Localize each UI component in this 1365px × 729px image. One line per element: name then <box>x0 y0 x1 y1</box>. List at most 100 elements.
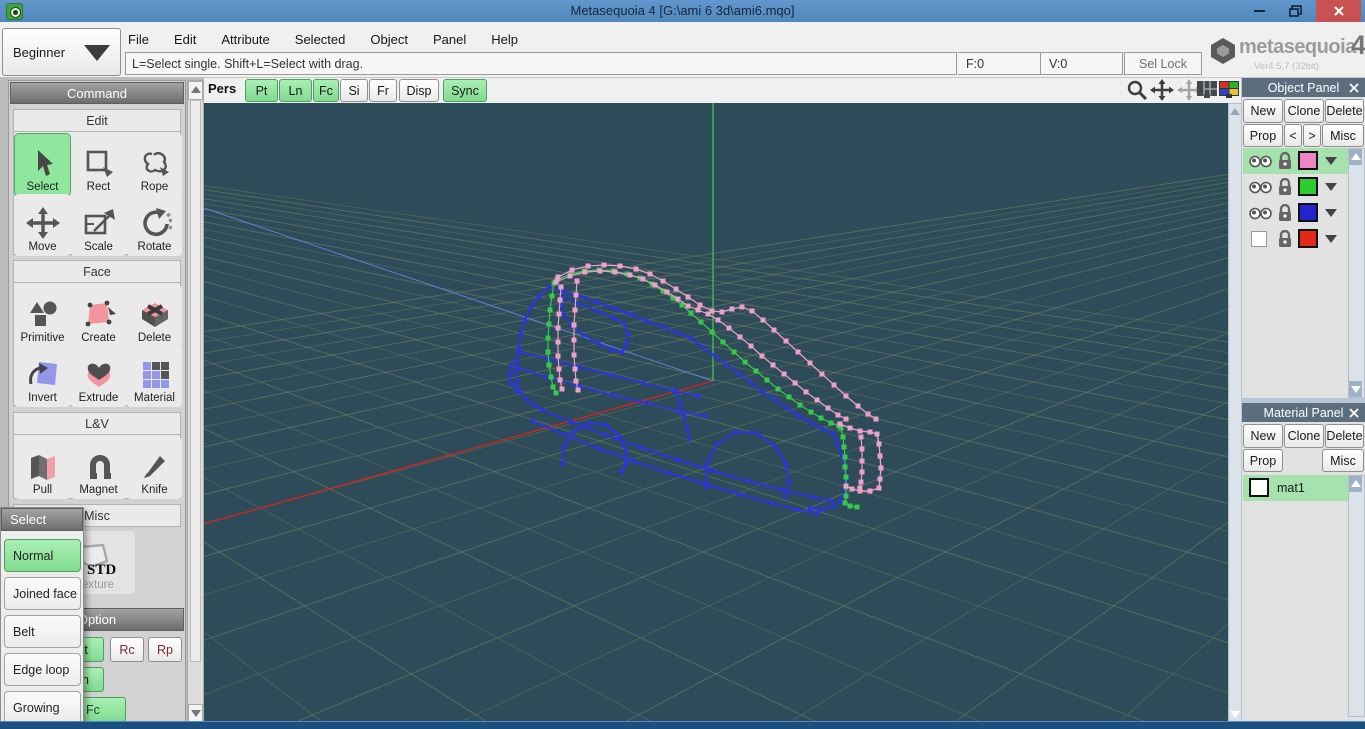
knife-button[interactable]: Knife <box>127 437 182 499</box>
material-name: mat1 <box>1277 481 1305 495</box>
select-mode-normal[interactable]: Normal <box>4 539 81 572</box>
object-panel-close-icon[interactable] <box>1349 83 1359 93</box>
sel-lock-button[interactable]: Sel Lock <box>1124 52 1202 75</box>
object-color-swatch[interactable] <box>1298 151 1318 170</box>
object-row-4[interactable] <box>1243 226 1348 252</box>
object-color-swatch[interactable] <box>1298 229 1318 248</box>
object-list-scrollbar[interactable] <box>1348 148 1365 398</box>
primitive-button[interactable]: Primitive <box>15 285 70 347</box>
rope-select-icon <box>143 151 169 176</box>
lock-icon[interactable] <box>1277 204 1293 221</box>
object-prev-button[interactable]: < <box>1284 124 1302 147</box>
visibility-eyes-icon[interactable] <box>1249 154 1273 169</box>
menu-file[interactable]: File <box>128 32 149 47</box>
primitive-icon <box>29 301 56 326</box>
material-clone-button[interactable]: Clone <box>1284 424 1324 448</box>
object-row-2[interactable] <box>1243 174 1348 200</box>
object-expand-icon[interactable] <box>1325 209 1337 217</box>
extrude-icon <box>87 363 110 387</box>
object-expand-icon[interactable] <box>1325 157 1337 165</box>
material-prop-button[interactable]: Prop <box>1243 449 1283 472</box>
object-expand-icon[interactable] <box>1325 235 1337 243</box>
restore-button[interactable] <box>1282 0 1308 22</box>
material-row-1[interactable]: mat1 <box>1243 475 1348 501</box>
material-misc-button[interactable]: Misc <box>1322 449 1364 472</box>
material-button[interactable]: Material <box>127 345 182 407</box>
object-next-button[interactable]: > <box>1303 124 1321 147</box>
menu-attribute[interactable]: Attribute <box>221 32 269 47</box>
lock-icon[interactable] <box>1277 230 1293 247</box>
pan-icon[interactable] <box>1150 79 1174 101</box>
viewport-layout-icon[interactable] <box>1197 81 1217 98</box>
option-rc-button[interactable]: Rc <box>110 637 144 662</box>
menu-object[interactable]: Object <box>370 32 408 47</box>
titlebar: Metasequoia 4 [G:\ami 6 3d\ami6.mqo] <box>0 0 1365 22</box>
move-button[interactable]: Move <box>15 194 70 256</box>
toggle-sync[interactable]: Sync <box>443 79 487 102</box>
toggle-lines[interactable]: Ln <box>279 79 312 102</box>
toggle-points[interactable]: Pt <box>245 79 278 102</box>
lock-icon[interactable] <box>1277 152 1293 169</box>
select-mode-growing[interactable]: Growing <box>4 691 81 724</box>
select-popup: Select Normal Joined face Belt Edge loop… <box>0 507 84 729</box>
rect-button[interactable]: Rect <box>71 134 126 196</box>
rotate-button[interactable]: Rotate <box>127 194 182 256</box>
viewport-3d[interactable] <box>203 103 1228 722</box>
delete-face-button[interactable]: Delete <box>127 285 182 347</box>
material-delete-button[interactable]: Delete <box>1325 424 1364 448</box>
select-mode-belt[interactable]: Belt <box>4 615 81 648</box>
visibility-eyes-icon[interactable] <box>1249 206 1273 221</box>
object-row-1[interactable] <box>1243 148 1348 174</box>
command-panel-header: Command <box>10 82 184 104</box>
extrude-button[interactable]: Extrude <box>71 345 126 407</box>
zoom-icon[interactable] <box>1126 79 1148 101</box>
menu-selected[interactable]: Selected <box>295 32 346 47</box>
vertex-count: V:0 <box>1041 52 1123 75</box>
menu-edit[interactable]: Edit <box>174 32 196 47</box>
mode-dropdown[interactable]: Beginner <box>2 28 121 76</box>
pull-button[interactable]: Pull <box>15 437 70 499</box>
object-clone-button[interactable]: Clone <box>1284 99 1324 123</box>
menu-panel[interactable]: Panel <box>433 32 466 47</box>
select-mode-edge-loop[interactable]: Edge loop <box>4 653 81 686</box>
scale-button[interactable]: Scale <box>71 194 126 256</box>
object-color-swatch[interactable] <box>1298 177 1318 196</box>
material-icon <box>142 362 169 388</box>
svg-text:STD: STD <box>87 562 116 577</box>
select-button[interactable]: Select <box>14 133 71 197</box>
viewport-colors-icon[interactable] <box>1219 81 1239 98</box>
object-misc-button[interactable]: Misc <box>1322 124 1364 147</box>
lv-section-header: L&V <box>13 412 181 435</box>
pull-icon <box>30 455 55 480</box>
object-row-3[interactable] <box>1243 200 1348 226</box>
visibility-checkbox[interactable] <box>1251 231 1267 247</box>
material-new-button[interactable]: New <box>1243 424 1283 448</box>
material-color-swatch[interactable] <box>1249 478 1269 497</box>
object-prop-button[interactable]: Prop <box>1243 124 1283 147</box>
face-section-header: Face <box>13 260 181 283</box>
menu-help[interactable]: Help <box>491 32 518 47</box>
option-rp-button[interactable]: Rp <box>148 637 182 662</box>
visibility-eyes-icon[interactable] <box>1249 180 1273 195</box>
rotate-icon <box>142 208 172 237</box>
view-mode-label[interactable]: Pers <box>208 81 236 96</box>
object-color-swatch[interactable] <box>1298 203 1318 222</box>
toggle-faces[interactable]: Fc <box>313 79 339 102</box>
minimize-button[interactable] <box>1246 0 1272 22</box>
create-face-button[interactable]: Create <box>71 285 126 347</box>
invert-button[interactable]: Invert <box>15 345 70 407</box>
command-scrollbar[interactable] <box>187 80 204 724</box>
toggle-si[interactable]: Si <box>340 79 368 102</box>
object-new-button[interactable]: New <box>1243 99 1283 123</box>
object-delete-button[interactable]: Delete <box>1325 99 1364 123</box>
select-mode-joined-face[interactable]: Joined face <box>4 577 81 610</box>
toggle-disp[interactable]: Disp <box>399 79 439 102</box>
object-expand-icon[interactable] <box>1325 183 1337 191</box>
toggle-fr[interactable]: Fr <box>369 79 397 102</box>
lock-icon[interactable] <box>1277 178 1293 195</box>
magnet-button[interactable]: Magnet <box>71 437 126 499</box>
rope-button[interactable]: Rope <box>127 134 182 196</box>
material-list-scrollbar[interactable] <box>1348 475 1365 717</box>
material-panel-close-icon[interactable] <box>1349 408 1359 418</box>
close-button[interactable] <box>1316 0 1361 22</box>
